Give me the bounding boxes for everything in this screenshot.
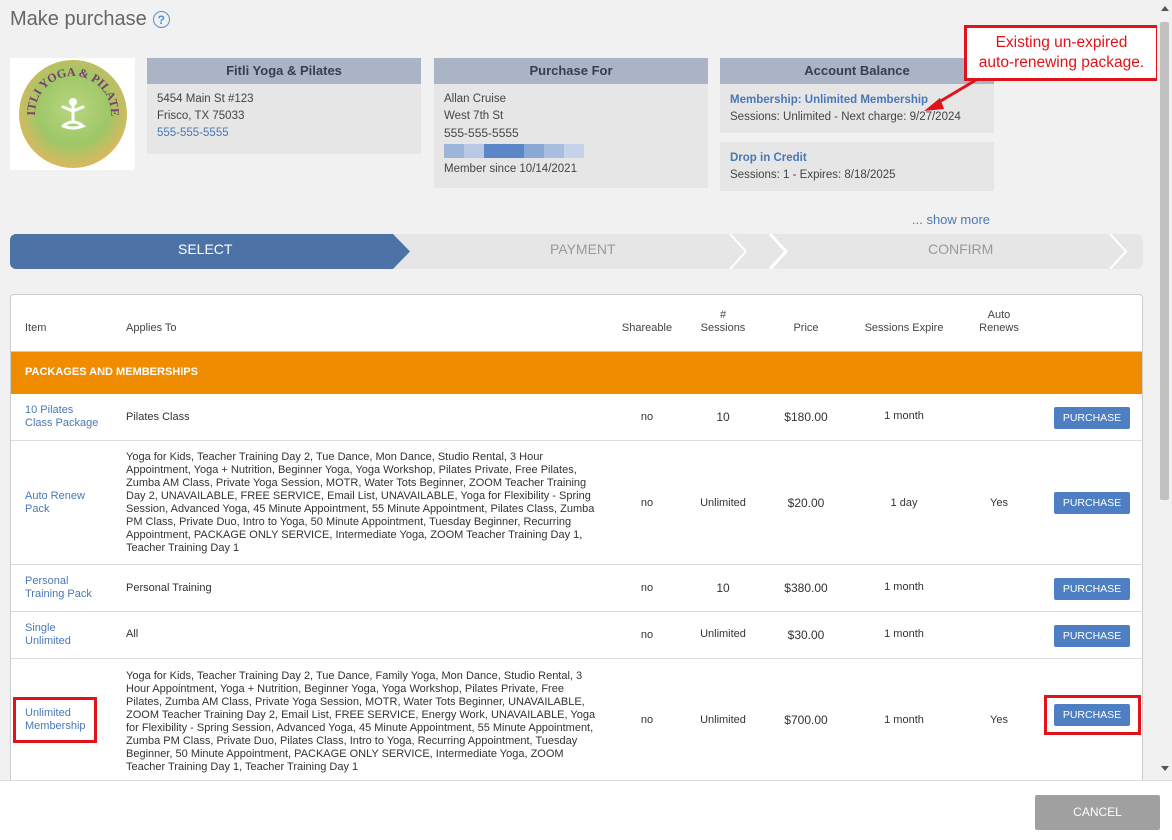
redacted-email: [444, 144, 698, 158]
step-divider-icon: [1109, 234, 1128, 269]
purchase-button[interactable]: PURCHASE: [1054, 578, 1130, 600]
balance-item-detail: Sessions: 1 - Expires: 8/18/2025: [730, 169, 896, 181]
purchase-button[interactable]: PURCHASE: [1054, 625, 1130, 647]
sessions: 10: [716, 410, 730, 424]
studio-card: Fitli Yoga & Pilates 5454 Main St #123 F…: [147, 58, 421, 154]
sessions-expire: 1 month: [884, 410, 924, 422]
annotation-callout: Existing un-expired auto-renewing packag…: [964, 25, 1159, 81]
scrollbar[interactable]: [1157, 0, 1172, 780]
studio-name: Fitli Yoga & Pilates: [147, 58, 421, 84]
price: $30.00: [787, 628, 825, 642]
price: $700.00: [784, 713, 828, 727]
sessions: Unlimited: [700, 714, 746, 726]
applies-to: Personal Training: [126, 582, 212, 594]
step-confirm-label: CONFIRM: [928, 241, 994, 257]
annotation-line2: auto-renewing package.: [978, 54, 1145, 71]
highlight-box: [13, 697, 97, 743]
logo-circle: FITLI YOGA & PILATES: [18, 60, 127, 168]
col-auto-renews: Auto Renews: [979, 309, 1019, 334]
shareable: no: [640, 497, 654, 509]
show-more-link[interactable]: ... show more: [912, 212, 990, 227]
purchase-for-heading: Purchase For: [434, 58, 708, 84]
sessions: 10: [716, 581, 730, 595]
purchase-button[interactable]: PURCHASE: [1054, 407, 1130, 429]
item-link[interactable]: Auto Renew Pack: [25, 490, 85, 516]
col-sessions: # Sessions: [700, 309, 746, 334]
client-name: Allan Cruise: [444, 93, 506, 105]
modal-title: Make purchase ?: [10, 8, 170, 31]
scroll-up-icon[interactable]: [1161, 6, 1169, 11]
auto-renews: Yes: [990, 714, 1008, 726]
balance-item-title[interactable]: Drop in Credit: [730, 150, 984, 167]
applies-to: All: [126, 628, 139, 640]
step-select-label: SELECT: [178, 241, 233, 257]
table-row: Unlimited Membership Yoga for Kids, Teach…: [11, 659, 1142, 780]
sessions-expire: 1 month: [884, 714, 924, 726]
studio-logo: FITLI YOGA & PILATES: [10, 58, 135, 170]
sessions: Unlimited: [700, 628, 746, 640]
studio-address-line1: 5454 Main St #123: [157, 93, 254, 105]
price: $380.00: [784, 581, 828, 595]
shareable: no: [640, 714, 654, 726]
purchase-button[interactable]: PURCHASE: [1054, 492, 1130, 514]
applies-to: Yoga for Kids, Teacher Training Day 2, T…: [126, 451, 595, 554]
auto-renews: Yes: [990, 497, 1008, 509]
client-street: West 7th St: [444, 110, 504, 122]
sessions-expire: 1 day: [890, 497, 918, 509]
col-shareable: Shareable: [621, 322, 673, 334]
table-row: Auto Renew Pack Yoga for Kids, Teacher Tr…: [11, 441, 1142, 565]
help-icon[interactable]: ?: [152, 11, 170, 28]
purchase-for-card: Purchase For Allan Cruise West 7th St 55…: [434, 58, 708, 188]
member-since: Member since 10/14/2021: [444, 163, 577, 175]
scroll-down-icon[interactable]: [1161, 766, 1169, 771]
col-applies-to: Applies To: [126, 322, 177, 334]
step-payment-label: PAYMENT: [550, 241, 616, 257]
yoga-figure-icon: FITLI YOGA & PILATES: [19, 60, 122, 130]
item-link[interactable]: 10 Pilates Class Package: [25, 404, 98, 430]
table-row: Single Unlimited All no Unlimited $30.00 …: [11, 612, 1142, 659]
logo-text: FITLI YOGA & PILATES: [19, 60, 122, 116]
price: $180.00: [784, 410, 828, 424]
shareable: no: [640, 582, 654, 594]
shareable: no: [640, 411, 654, 423]
annotation-line1: Existing un-expired: [995, 34, 1128, 51]
table-row: Personal Training Pack Personal Training …: [11, 565, 1142, 612]
section-packages-memberships: PACKAGES AND MEMBERSHIPS: [11, 352, 1142, 394]
table-header: Item Applies To Shareable # Sessions Pric…: [11, 295, 1142, 352]
annotation-arrow-icon: [924, 78, 977, 111]
checkout-steps: SELECT PAYMENT CONFIRM: [10, 234, 1143, 269]
applies-to: Pilates Class: [126, 411, 190, 423]
shareable: no: [640, 629, 654, 641]
highlight-box: [1044, 695, 1141, 735]
sessions: Unlimited: [700, 497, 746, 509]
step-divider-icon: [729, 234, 748, 269]
studio-address-line2: Frisco, TX 75033: [157, 110, 245, 122]
cancel-button[interactable]: CANCEL: [1035, 795, 1160, 830]
price: $20.00: [787, 496, 825, 510]
client-phone: 555-555-5555: [444, 126, 519, 140]
col-sessions-expire: Sessions Expire: [864, 322, 944, 334]
items-table: Item Applies To Shareable # Sessions Pric…: [10, 294, 1143, 780]
col-price: Price: [793, 322, 819, 334]
step-divider-icon: [768, 234, 788, 269]
studio-phone-link[interactable]: 555-555-5555: [157, 125, 411, 142]
page-title: Make purchase: [10, 8, 147, 30]
item-link[interactable]: Single Unlimited: [25, 622, 71, 648]
balance-item: Drop in Credit Sessions: 1 - Expires: 8/…: [720, 142, 994, 191]
modal-footer: CANCEL: [0, 780, 1172, 840]
item-link[interactable]: Personal Training Pack: [25, 575, 92, 601]
scroll-thumb[interactable]: [1160, 22, 1169, 500]
sessions-expire: 1 month: [884, 628, 924, 640]
applies-to: Yoga for Kids, Teacher Training Day 2, T…: [126, 670, 596, 773]
col-item: Item: [25, 322, 47, 334]
table-row: 10 Pilates Class Package Pilates Class no…: [11, 394, 1142, 441]
sessions-expire: 1 month: [884, 581, 924, 593]
